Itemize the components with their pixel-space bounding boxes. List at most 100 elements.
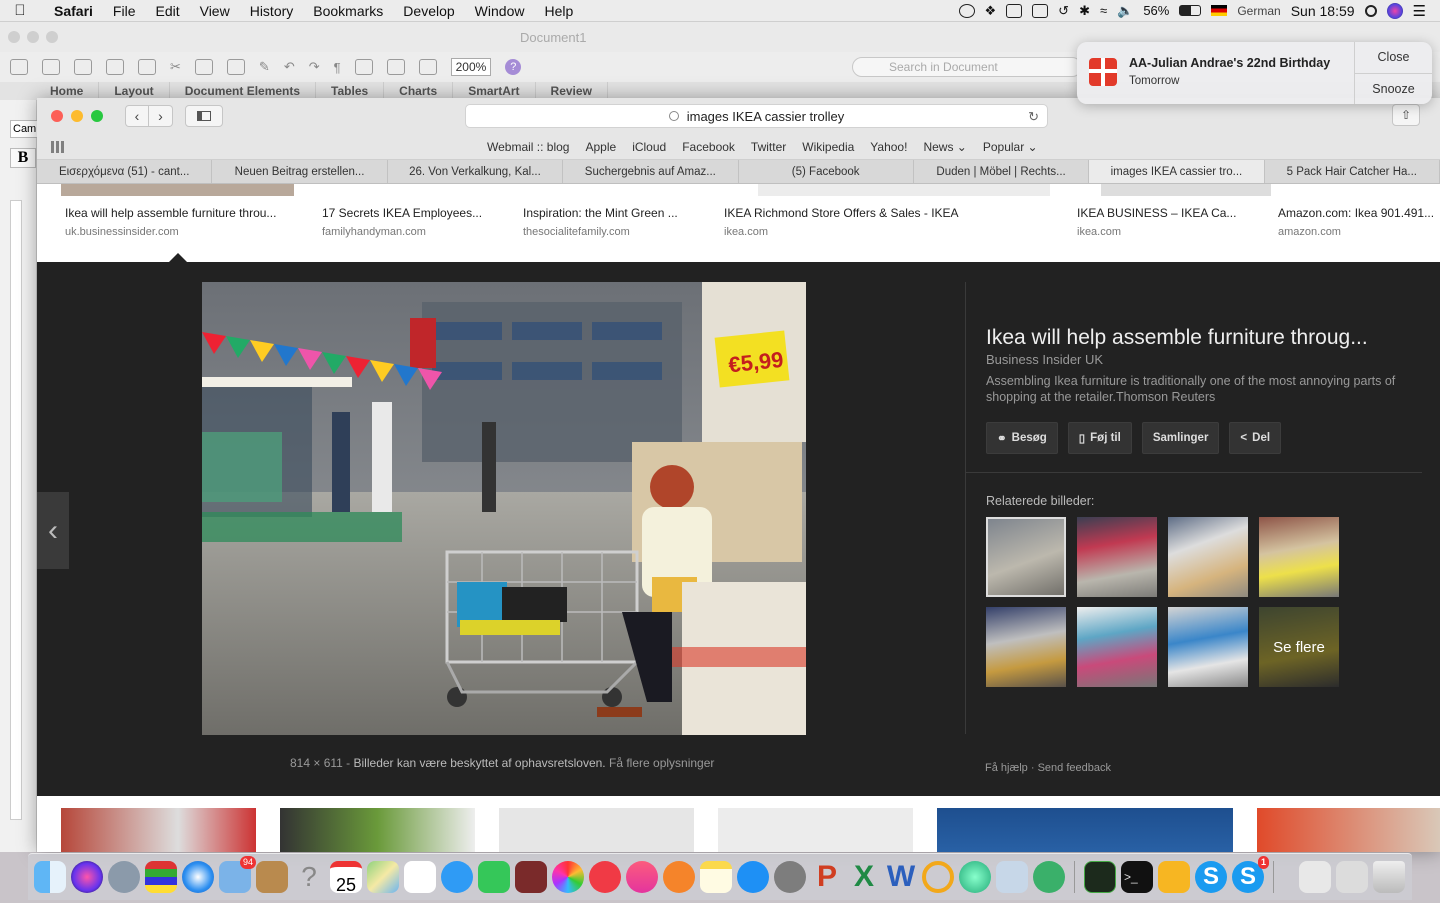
wifi-icon[interactable]: ≈ [1100, 3, 1107, 18]
reminders-icon[interactable] [404, 861, 436, 893]
help-viewer-icon[interactable]: ? [293, 861, 325, 893]
related-image[interactable] [1077, 517, 1157, 597]
show-sidebar-button[interactable] [185, 105, 223, 127]
preview-icon[interactable] [996, 861, 1028, 893]
books-icon[interactable] [663, 861, 695, 893]
result-thumb-6[interactable] [1313, 184, 1440, 196]
finder-icon[interactable] [34, 861, 66, 893]
result-thumb[interactable] [499, 808, 694, 852]
mail-icon[interactable]: 94 [219, 856, 256, 893]
dropbox-icon[interactable]: ❖ [985, 3, 997, 19]
redo-icon[interactable]: ↷ [309, 59, 320, 75]
photo-booth-icon[interactable] [145, 861, 177, 893]
menu-develop[interactable]: Develop [393, 3, 464, 19]
zoom-select[interactable]: 200% [450, 58, 492, 76]
excel-icon[interactable]: X [848, 861, 880, 893]
undo-icon[interactable]: ↶ [284, 59, 295, 75]
copy-icon[interactable] [194, 59, 213, 75]
airplay-icon[interactable] [1032, 3, 1049, 18]
result-thumb-5[interactable] [1101, 184, 1271, 196]
address-bar[interactable]: images IKEA cassier trolley ↻ [465, 104, 1048, 128]
siri-icon[interactable] [71, 861, 103, 893]
tab-verkalkung[interactable]: 26. Von Verkalkung, Kal... [388, 160, 564, 183]
result-thumb[interactable] [280, 808, 475, 852]
cut-icon[interactable]: ✂ [170, 59, 181, 75]
word-minimize-button[interactable] [27, 31, 39, 43]
print-icon[interactable] [138, 59, 156, 75]
result-item[interactable]: Ikea will help assemble furniture throu.… [65, 206, 276, 238]
word-zoom-button[interactable] [46, 31, 58, 43]
downloads-stack-icon[interactable] [1299, 861, 1331, 893]
favorite-yahoo[interactable]: Yahoo! [870, 140, 907, 154]
result-thumb[interactable] [937, 808, 1233, 852]
photo-app-icon[interactable] [515, 861, 547, 893]
result-thumb-1[interactable] [61, 184, 294, 196]
preview-image[interactable]: €5,99 [202, 282, 806, 735]
save-icon[interactable] [106, 59, 124, 75]
new-doc-icon[interactable] [10, 59, 28, 75]
battery-percent[interactable]: 56% [1143, 3, 1169, 18]
terminal-icon[interactable]: >_ [1121, 861, 1153, 893]
result-thumb-4[interactable] [758, 184, 1050, 196]
menu-help[interactable]: Help [534, 3, 583, 19]
skype-business-icon[interactable]: S1 [1232, 856, 1269, 893]
bold-button[interactable]: B [10, 148, 36, 168]
safari-zoom-button[interactable] [91, 110, 103, 122]
see-more-tile[interactable]: Se flere [1259, 607, 1339, 687]
tab-images-ikea[interactable]: images IKEA cassier tro... [1089, 160, 1265, 183]
tab-facebook[interactable]: (5) Facebook [739, 160, 914, 183]
related-image[interactable] [1168, 607, 1248, 687]
related-image[interactable] [1077, 607, 1157, 687]
favorite-apple[interactable]: Apple [585, 140, 616, 154]
result-thumb[interactable] [718, 808, 913, 852]
family-icon[interactable] [1033, 861, 1065, 893]
tab-new-post[interactable]: Neuen Beitrag erstellen... [212, 160, 388, 183]
previous-image-button[interactable]: ‹ [37, 492, 69, 569]
top-sites-grid-icon[interactable] [51, 141, 65, 153]
reload-icon[interactable]: ↻ [1028, 109, 1039, 125]
input-source[interactable]: German [1237, 4, 1280, 18]
world-icon[interactable] [959, 861, 991, 893]
notes-icon[interactable] [700, 861, 732, 893]
photos-icon[interactable] [552, 861, 584, 893]
font-name-box[interactable]: Cam [10, 120, 40, 138]
menu-bookmarks[interactable]: Bookmarks [303, 3, 393, 19]
result-item[interactable]: Amazon.com: Ikea 901.491... amazon.com [1278, 206, 1434, 238]
format-painter-icon[interactable]: ✎ [259, 59, 270, 75]
favorite-webmail[interactable]: Webmail :: blog [487, 140, 569, 154]
spotlight-search-icon[interactable] [1364, 4, 1377, 17]
related-image[interactable] [1168, 517, 1248, 597]
calendar-icon[interactable]: 25 [330, 861, 362, 895]
help-icon[interactable]: ? [505, 59, 522, 75]
maps-icon[interactable] [367, 861, 399, 893]
favorite-icloud[interactable]: iCloud [632, 140, 666, 154]
share-button[interactable]: ⇧ [1392, 104, 1420, 126]
tab-hair-catcher[interactable]: 5 Pack Hair Catcher Ha... [1265, 160, 1440, 183]
favorite-wikipedia[interactable]: Wikipedia [802, 140, 854, 154]
gallery-icon[interactable] [418, 59, 437, 75]
send-feedback-link[interactable]: Send feedback [1038, 762, 1111, 774]
related-image[interactable] [1259, 517, 1339, 597]
music-icon[interactable] [626, 861, 658, 893]
app-store-icon[interactable] [737, 861, 769, 893]
preview-title[interactable]: Ikea will help assemble furniture throug… [986, 326, 1368, 350]
documents-stack-icon[interactable] [1336, 861, 1368, 893]
word-icon[interactable]: W [885, 861, 917, 893]
favorite-news-folder[interactable]: News ⌄ [923, 140, 966, 154]
news-icon[interactable] [589, 861, 621, 893]
notification-close-button[interactable]: Close [1355, 42, 1432, 74]
word-close-button[interactable] [8, 31, 20, 43]
notes-icon[interactable] [1006, 3, 1023, 18]
outlook-icon[interactable] [922, 861, 954, 893]
view-icon[interactable] [354, 59, 373, 75]
result-item[interactable]: IKEA Richmond Store Offers & Sales - IKE… [724, 206, 959, 238]
powerpoint-icon[interactable]: P [811, 861, 843, 893]
siri-icon[interactable] [1386, 2, 1403, 19]
safari-minimize-button[interactable] [71, 110, 83, 122]
time-machine-icon[interactable]: ↺ [1058, 3, 1069, 19]
trash-icon[interactable] [1373, 861, 1405, 893]
result-item[interactable]: Inspiration: the Mint Green ... thesocia… [523, 206, 678, 238]
visit-button[interactable]: ⚭ Besøg [986, 422, 1058, 454]
menu-file[interactable]: File [103, 3, 146, 19]
collections-button[interactable]: Samlinger [1141, 422, 1220, 454]
